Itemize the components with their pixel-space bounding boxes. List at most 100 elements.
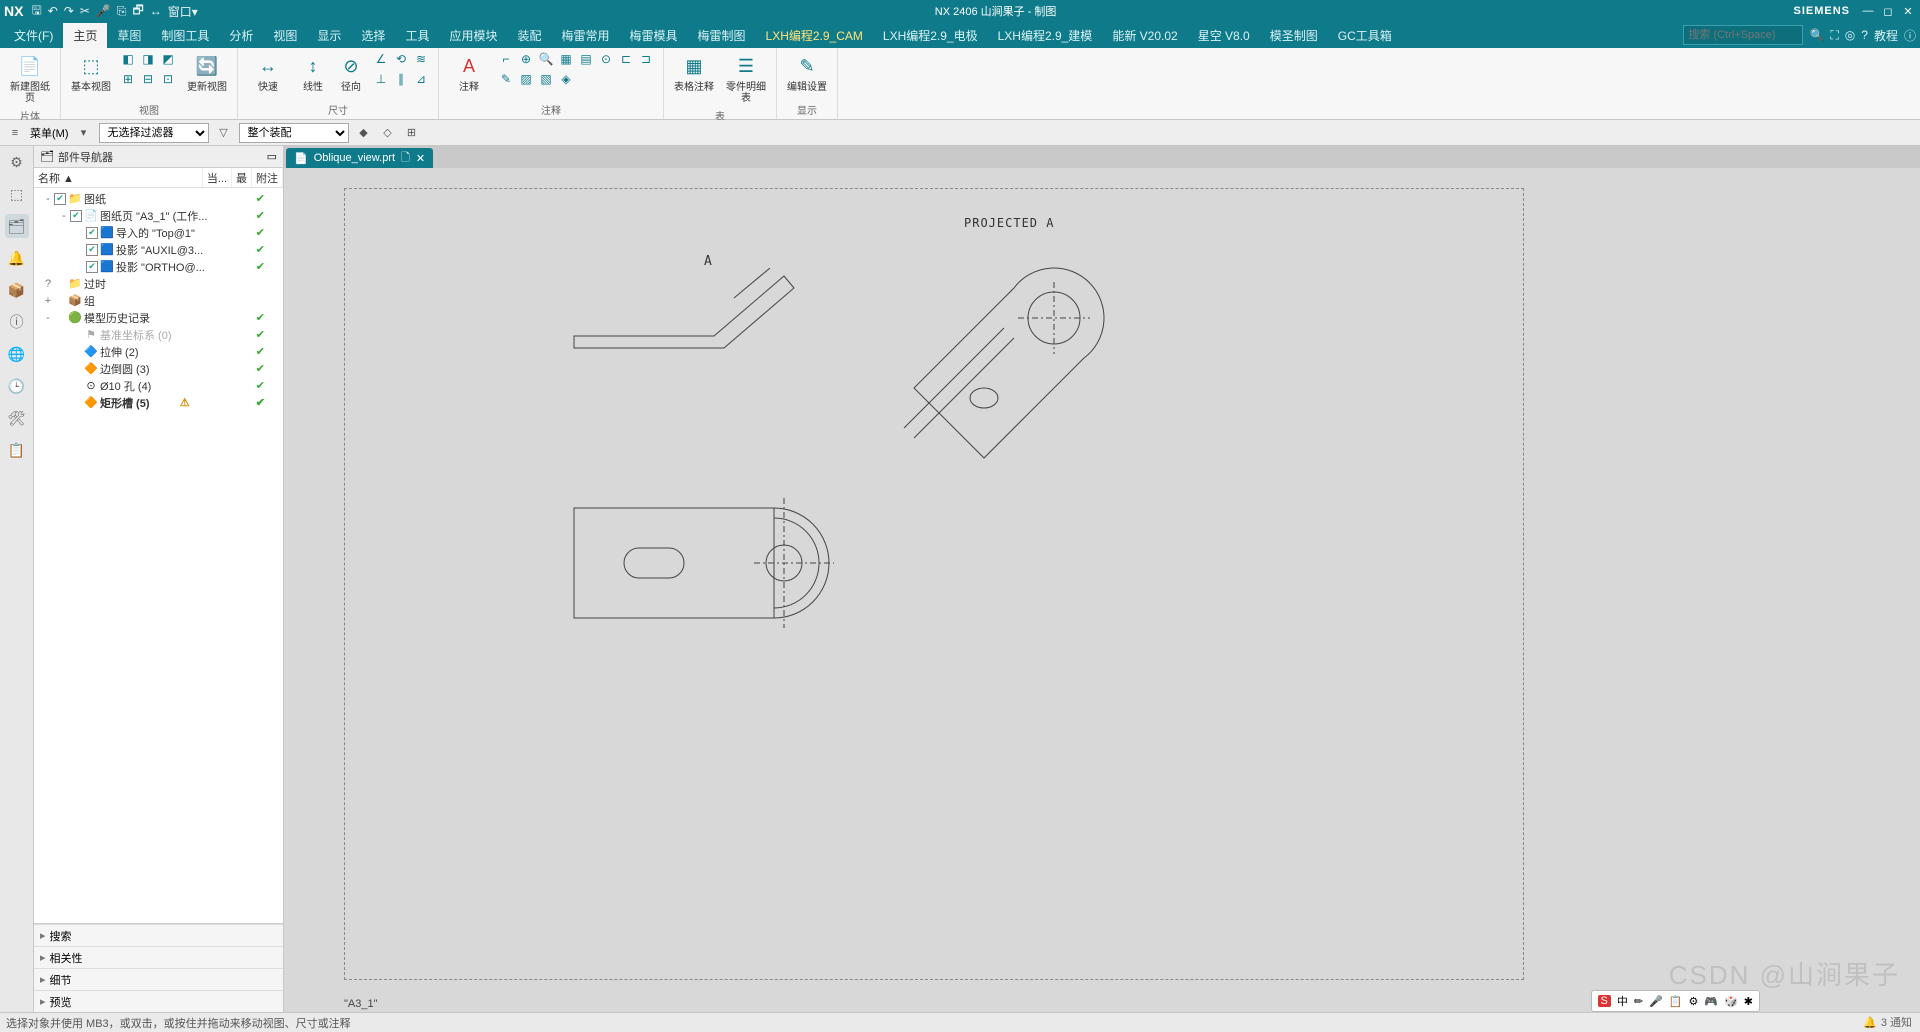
close-button[interactable]: ✕ bbox=[1900, 5, 1916, 18]
filter-tool-3[interactable]: ⊞ bbox=[403, 124, 421, 142]
annot-btn-5[interactable]: ▤ bbox=[577, 50, 595, 68]
menu-tab[interactable]: 显示 bbox=[307, 23, 351, 48]
save-icon[interactable]: 🖫 bbox=[31, 1, 41, 22]
menu-tab[interactable]: 梅雷模具 bbox=[620, 23, 688, 48]
menu-tab[interactable]: LXH编程2.9_建模 bbox=[988, 23, 1103, 48]
update-view-button[interactable]: 🔄更新视图 bbox=[183, 50, 231, 95]
accordion-detail[interactable]: ▸细节 bbox=[34, 968, 283, 990]
maximize-button[interactable]: ◻ bbox=[1880, 5, 1896, 18]
radial-dim-button[interactable]: ⊘径向 bbox=[334, 50, 368, 95]
dim-btn-1[interactable]: ∠ bbox=[372, 50, 390, 68]
navigator-tree[interactable]: -✔📁图纸✔-✔📄图纸页 "A3_1" (工作...✔✔🟦导入的 "Top@1"… bbox=[34, 188, 283, 923]
filter-icon[interactable]: ▽ bbox=[215, 124, 233, 142]
menu-tab[interactable]: 文件(F) bbox=[4, 23, 63, 48]
menu-tab[interactable]: GC工具箱 bbox=[1328, 23, 1402, 48]
window-menu[interactable]: 窗口▾ bbox=[168, 3, 198, 20]
info-icon[interactable]: ⓘ bbox=[1904, 27, 1916, 44]
menu-tab[interactable]: 星空 V8.0 bbox=[1188, 23, 1260, 48]
filter-dropdown-icon[interactable]: ▾ bbox=[75, 124, 93, 142]
copy-icon[interactable]: ⎘ bbox=[117, 4, 127, 19]
paste-icon[interactable]: 🗗 bbox=[132, 1, 143, 22]
annot-btn-9[interactable]: ✎ bbox=[497, 70, 515, 88]
assembly-filter-combo[interactable]: 整个装配 bbox=[239, 123, 349, 143]
menu-tab[interactable]: 梅雷制图 bbox=[688, 23, 756, 48]
tree-node[interactable]: -🟢模型历史记录✔ bbox=[34, 309, 283, 326]
dim-btn-4[interactable]: ⊥ bbox=[372, 70, 390, 88]
menu-tab[interactable]: 制图工具 bbox=[151, 23, 219, 48]
quick-dim-button[interactable]: ↔快速 bbox=[244, 50, 292, 95]
annot-btn-6[interactable]: ⊙ bbox=[597, 50, 615, 68]
tree-node[interactable]: -✔📁图纸✔ bbox=[34, 190, 283, 207]
menu-tab[interactable]: 工具 bbox=[395, 23, 439, 48]
col-current[interactable]: 当... bbox=[203, 168, 232, 187]
tree-node[interactable]: ✔🟦投影 "AUXIL@3...✔ bbox=[34, 241, 283, 258]
tree-node[interactable]: 🔶边倒圆 (3)✔ bbox=[34, 360, 283, 377]
ime-lang[interactable]: 中 bbox=[1617, 993, 1628, 1009]
dim-btn-6[interactable]: ⊿ bbox=[412, 70, 430, 88]
table-note-button[interactable]: ▦表格注释 bbox=[670, 50, 718, 95]
view-btn-6[interactable]: ⊡ bbox=[159, 70, 177, 88]
menu-tab[interactable]: 视图 bbox=[263, 23, 307, 48]
tutorial-link[interactable]: 教程 bbox=[1874, 27, 1898, 44]
annot-btn-4[interactable]: ▦ bbox=[557, 50, 575, 68]
tree-node[interactable]: -✔📄图纸页 "A3_1" (工作...✔ bbox=[34, 207, 283, 224]
filter-tool-1[interactable]: ◆ bbox=[355, 124, 373, 142]
ime-more-icon[interactable]: ✱ bbox=[1744, 995, 1753, 1008]
selection-filter-combo[interactable]: 无选择过滤器 bbox=[99, 123, 209, 143]
document-tab[interactable]: 📄 Oblique_view.prt 🗋 ✕ bbox=[286, 148, 433, 168]
dim-btn-5[interactable]: ∥ bbox=[392, 70, 410, 88]
rail-cube-icon[interactable]: ⬚ bbox=[5, 182, 29, 206]
annot-btn-3[interactable]: 🔍 bbox=[537, 50, 555, 68]
annot-btn-7[interactable]: ⊏ bbox=[617, 50, 635, 68]
tree-node[interactable]: ⚑基准坐标系 (0)✔ bbox=[34, 326, 283, 343]
tree-node[interactable]: 🔷拉伸 (2)✔ bbox=[34, 343, 283, 360]
ime-game-icon[interactable]: 🎮 bbox=[1704, 995, 1718, 1008]
search-icon[interactable]: 🔍 bbox=[1809, 28, 1824, 42]
rail-clock-icon[interactable]: 🕒 bbox=[5, 374, 29, 398]
base-view-button[interactable]: ⬚基本视图 bbox=[67, 50, 115, 95]
filter-tool-2[interactable]: ◇ bbox=[379, 124, 397, 142]
accordion-search[interactable]: ▸搜索 bbox=[34, 924, 283, 946]
view-btn-5[interactable]: ⊟ bbox=[139, 70, 157, 88]
menu-tab[interactable]: 模圣制图 bbox=[1260, 23, 1328, 48]
rail-globe-icon[interactable]: 🌐 bbox=[5, 342, 29, 366]
view-btn-3[interactable]: ◩ bbox=[159, 50, 177, 68]
tree-node[interactable]: 🔶矩形槽 (5)⚠✔ bbox=[34, 394, 283, 411]
view-btn-1[interactable]: ◧ bbox=[119, 50, 137, 68]
fullscreen-icon[interactable]: ⛶ bbox=[1830, 28, 1838, 43]
dim-btn-2[interactable]: ⟲ bbox=[392, 50, 410, 68]
target-icon[interactable]: ◎ bbox=[1845, 28, 1855, 42]
new-sheet-button[interactable]: 📄新建图纸页 bbox=[6, 50, 54, 106]
menu-tab[interactable]: 选择 bbox=[351, 23, 395, 48]
accordion-preview[interactable]: ▸预览 bbox=[34, 990, 283, 1012]
tab-close-icon[interactable]: ✕ bbox=[416, 152, 425, 165]
annot-btn-1[interactable]: ⌐ bbox=[497, 50, 515, 68]
annot-btn-2[interactable]: ⊕ bbox=[517, 50, 535, 68]
rail-gear-icon[interactable]: ⚙ bbox=[5, 150, 29, 174]
ime-logo-icon[interactable]: S bbox=[1598, 995, 1611, 1007]
menu-tab[interactable]: LXH编程2.9_CAM bbox=[756, 23, 873, 48]
redo-icon[interactable]: ↷ bbox=[64, 4, 74, 18]
menu-hamburger-icon[interactable]: ≡ bbox=[6, 124, 24, 142]
rail-sheet-icon[interactable]: 📋 bbox=[5, 438, 29, 462]
annot-btn-10[interactable]: ▨ bbox=[517, 70, 535, 88]
menu-tab[interactable]: 梅雷常用 bbox=[551, 23, 619, 48]
col-name[interactable]: 名称 ▲ bbox=[34, 168, 203, 187]
rail-tools-icon[interactable]: 🛠 bbox=[5, 406, 29, 430]
note-button[interactable]: A注释 bbox=[445, 50, 493, 95]
ime-gear-icon[interactable]: ⚙ bbox=[1689, 995, 1699, 1008]
minimize-button[interactable]: — bbox=[1860, 5, 1876, 18]
ime-mic-icon[interactable]: 🎤 bbox=[1649, 995, 1663, 1008]
ime-dice-icon[interactable]: 🎲 bbox=[1724, 995, 1738, 1008]
menu-tab[interactable]: 装配 bbox=[507, 23, 551, 48]
col-note[interactable]: 附注 bbox=[252, 168, 283, 187]
rail-part-nav-icon[interactable]: 🗂 bbox=[5, 214, 29, 238]
tree-node[interactable]: +📦组 bbox=[34, 292, 283, 309]
tree-node[interactable]: ✔🟦投影 "ORTHO@...✔ bbox=[34, 258, 283, 275]
menu-tab[interactable]: 应用模块 bbox=[439, 23, 507, 48]
search-input[interactable] bbox=[1683, 25, 1803, 45]
undo-icon[interactable]: ↶ bbox=[48, 4, 58, 18]
accordion-dependency[interactable]: ▸相关性 bbox=[34, 946, 283, 968]
cut-icon[interactable]: ✂ bbox=[80, 4, 90, 18]
mic-icon[interactable]: 🎤 bbox=[96, 4, 111, 18]
